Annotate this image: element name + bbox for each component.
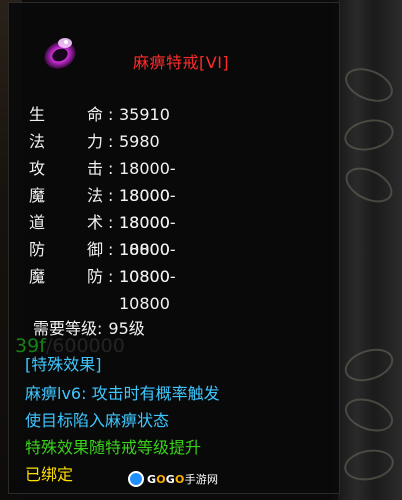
stat-separator: : — [108, 132, 114, 151]
watermark-brand-cn: 手游网 — [184, 473, 219, 486]
stat-separator: : — [108, 267, 114, 286]
stat-label-char2: 术 — [87, 213, 104, 232]
stat-label-char2: 御 — [87, 240, 104, 259]
dragon-scale-decoration — [339, 160, 399, 210]
stat-label-char1: 生 — [29, 105, 46, 124]
stat-separator: : — [108, 213, 114, 232]
stat-label-char2: 防 — [87, 267, 104, 286]
special-effect-upgrade-note: 特殊效果随特戒等级提升 — [25, 438, 202, 457]
watermark-letter: O — [156, 473, 166, 486]
stat-separator: : — [108, 159, 114, 178]
watermark-letter: G — [165, 473, 176, 486]
dragon-scale-decoration — [341, 445, 397, 485]
stat-separator: : — [108, 105, 114, 124]
stat-value: 5980 — [119, 132, 160, 151]
stat-label-char1: 魔 — [29, 267, 46, 286]
item-name: 麻痹特戒[VI] — [133, 53, 230, 72]
ring-item-icon — [39, 31, 81, 73]
stat-label-char2: 命 — [87, 105, 104, 124]
dragon-scale-decoration — [341, 115, 397, 155]
background-dragon-frame — [332, 0, 402, 500]
stat-separator: : — [108, 186, 114, 205]
stat-value: 35910 — [119, 105, 170, 124]
stat-label-char2: 力 — [87, 132, 104, 151]
stat-label-char1: 魔 — [29, 186, 46, 205]
stat-label-char1: 攻 — [29, 159, 46, 178]
stat-label-char1: 法 — [29, 132, 46, 151]
stat-separator: : — [108, 240, 114, 259]
stat-label-char2: 法 — [87, 186, 104, 205]
dragon-scale-decoration — [340, 61, 398, 109]
stat-label-char2: 击 — [87, 159, 104, 178]
watermark-logo: GOGO手游网 — [128, 470, 218, 488]
watermark-text: GOGO手游网 — [147, 471, 218, 487]
watermark-letter: G — [147, 473, 157, 486]
special-effect-line: 使目标陷入麻痹状态 — [25, 411, 170, 430]
special-effect-line: 麻痹lv6: 攻击时有概率触发 — [25, 384, 220, 403]
stat-label-char1: 道 — [29, 213, 46, 232]
item-tooltip: 麻痹特戒[VI] 生 命 : 35910 法 力 : 5980 攻 击 : 18… — [8, 2, 340, 494]
bound-status: 已绑定 — [25, 465, 74, 484]
watermark-circle-icon — [128, 471, 144, 487]
watermark-letter: O — [175, 473, 185, 486]
dragon-scale-decoration — [340, 392, 398, 438]
special-effect-header: [特殊效果] — [25, 355, 102, 374]
stat-value: 10800-10800 — [119, 267, 176, 313]
stat-label-char1: 防 — [29, 240, 46, 259]
dragon-scale-decoration — [340, 343, 398, 387]
